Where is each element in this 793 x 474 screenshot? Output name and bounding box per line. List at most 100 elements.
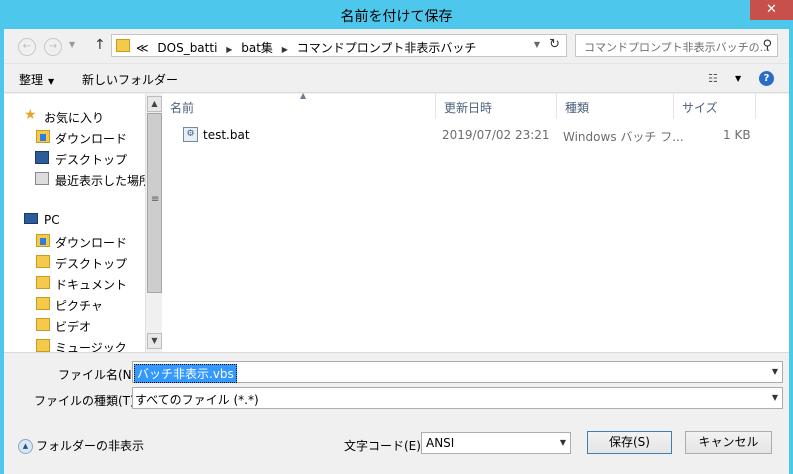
sidebar-item-pc[interactable]: PC	[4, 210, 145, 230]
sidebar-item-label: ピクチャ	[55, 299, 103, 313]
file-list: ▲ 名前 更新日時 種類 サイズ ⚙ test.bat 2019/07/02 2…	[162, 91, 789, 352]
sidebar-item-label: ダウンロード	[55, 236, 128, 250]
filename-field[interactable]: バッチ非表示.vbs ▼	[132, 361, 783, 383]
desktop-folder-icon	[36, 255, 50, 268]
sidebar-item-label: ダウンロード	[55, 132, 128, 146]
encoding-label: 文字コード(E):	[344, 439, 425, 453]
sidebar-item-videos[interactable]: ビデオ	[4, 315, 145, 335]
scroll-down-arrow-icon[interactable]: ▼	[147, 333, 162, 349]
batch-file-icon: ⚙	[183, 127, 198, 142]
desktop-icon	[35, 151, 49, 164]
command-bar: 整理 ▼ 新しいフォルダー ☷ ▼ ?	[4, 63, 789, 93]
filename-label: ファイル名(N):	[58, 368, 141, 382]
column-header-name[interactable]: ▲ 名前	[162, 91, 436, 119]
breadcrumb: ≪ DOS_batti ▶ bat集 ▶ コマンドプロンプト非表示バッチ	[136, 39, 481, 56]
help-icon[interactable]: ?	[759, 71, 774, 86]
search-input[interactable]: コマンドプロンプト非表示バッチの...	[584, 39, 770, 55]
search-box[interactable]: コマンドプロンプト非表示バッチの... ⚲	[575, 34, 778, 57]
save-form: ファイル名(N): バッチ非表示.vbs ▼ ファイルの種類(T): すべてのフ…	[4, 352, 789, 474]
filetype-value: すべてのファイル (*.*)	[135, 393, 259, 407]
navigation-pane-scrollbar[interactable]: ▲ ≡ ▼	[145, 94, 162, 352]
up-button[interactable]: ↑	[94, 37, 106, 53]
recent-places-icon	[35, 172, 49, 185]
scroll-up-arrow-icon[interactable]: ▲	[147, 96, 162, 112]
encoding-value: ANSI	[426, 436, 455, 450]
sidebar-item-music[interactable]: ミュージック	[4, 336, 145, 352]
address-dropdown-icon[interactable]: ▼	[534, 40, 540, 49]
sidebar-item-label: ドキュメント	[55, 278, 128, 292]
column-header-label: 種類	[565, 101, 590, 115]
chevron-down-icon[interactable]: ▼	[560, 438, 566, 447]
file-size: 1 KB	[723, 128, 751, 142]
file-row[interactable]: ⚙ test.bat 2019/07/02 23:21 Windows バッチ …	[170, 125, 760, 147]
encoding-select[interactable]: ANSI ▼	[421, 432, 571, 454]
chevron-down-icon[interactable]: ▼	[772, 367, 778, 376]
title-bar: 名前を付けて保存 ✕	[0, 0, 793, 29]
hide-folders-toggle[interactable]: ▲ フォルダーの非表示	[18, 437, 144, 454]
column-header-modified[interactable]: 更新日時	[436, 94, 557, 119]
search-icon[interactable]: ⚲	[762, 38, 772, 53]
sidebar-item-label: デスクトップ	[55, 257, 128, 271]
navigation-pane: ★ お気に入り ダウンロード デスクトップ 最近表示した場所 PC ダウンロード…	[4, 94, 145, 352]
star-icon: ★	[24, 107, 37, 123]
new-folder-button[interactable]: 新しいフォルダー	[82, 71, 178, 88]
column-header-label: サイズ	[682, 101, 718, 115]
column-header-size[interactable]: サイズ	[674, 94, 756, 119]
cancel-button[interactable]: キャンセル	[685, 431, 772, 454]
downloads-folder-icon	[36, 234, 50, 247]
sidebar-item-label: PC	[44, 213, 60, 227]
back-button[interactable]: ←	[18, 38, 36, 56]
sidebar-item-pc-downloads[interactable]: ダウンロード	[4, 231, 145, 251]
file-type: Windows バッチ フ...	[563, 130, 684, 144]
column-divider[interactable]	[755, 94, 756, 119]
sidebar-item-documents[interactable]: ドキュメント	[4, 273, 145, 293]
recent-locations-dropdown[interactable]: ▼	[69, 40, 75, 49]
window-frame-right	[789, 29, 793, 474]
sidebar-item-recent-places[interactable]: 最近表示した場所	[4, 169, 145, 189]
downloads-folder-icon	[36, 130, 50, 143]
sidebar-item-desktop[interactable]: デスクトップ	[4, 148, 145, 168]
sidebar-item-favorites[interactable]: ★ お気に入り	[4, 106, 145, 126]
documents-folder-icon	[36, 276, 50, 289]
breadcrumb-chevron-icon[interactable]: ▶	[282, 45, 288, 54]
sort-ascending-icon: ▲	[300, 91, 307, 100]
hide-folders-label: フォルダーの非表示	[36, 439, 145, 453]
save-button[interactable]: 保存(S)	[587, 431, 672, 454]
sidebar-item-label: ミュージック	[55, 341, 127, 352]
navigation-bar: ← → ▼ ↑ ≪ DOS_batti ▶ bat集 ▶ コマンドプロンプト非表…	[4, 29, 789, 63]
sidebar-item-pc-desktop[interactable]: デスクトップ	[4, 252, 145, 272]
sidebar-item-downloads[interactable]: ダウンロード	[4, 127, 145, 147]
music-folder-icon	[36, 339, 50, 352]
breadcrumb-item[interactable]: DOS_batti	[157, 41, 217, 55]
sidebar-item-label: ビデオ	[55, 320, 92, 334]
filetype-select[interactable]: すべてのファイル (*.*) ▼	[132, 387, 783, 409]
sidebar-item-label: デスクトップ	[55, 153, 128, 167]
folder-icon	[116, 39, 130, 52]
refresh-button[interactable]: ↻	[549, 37, 560, 52]
organize-button[interactable]: 整理 ▼	[19, 71, 54, 88]
chevron-down-icon[interactable]: ▼	[772, 393, 778, 402]
videos-folder-icon	[36, 318, 50, 331]
breadcrumb-chevron-icon[interactable]: ▶	[226, 45, 232, 54]
view-dropdown-icon[interactable]: ▼	[735, 74, 741, 83]
filetype-label: ファイルの種類(T):	[34, 394, 139, 408]
filename-input[interactable]: バッチ非表示.vbs	[134, 364, 237, 383]
pictures-folder-icon	[36, 297, 50, 310]
file-modified: 2019/07/02 23:21	[442, 128, 550, 142]
breadcrumb-item[interactable]: bat集	[241, 41, 273, 55]
view-options-icon[interactable]: ☷	[708, 72, 718, 85]
breadcrumb-item[interactable]: コマンドプロンプト非表示バッチ	[297, 41, 477, 55]
column-header-label: 名前	[170, 101, 195, 115]
scroll-grip-icon: ≡	[151, 194, 160, 205]
close-button[interactable]: ✕	[750, 0, 793, 20]
sidebar-item-label: お気に入り	[44, 111, 105, 125]
breadcrumb-overflow[interactable]: ≪	[136, 41, 149, 55]
scrollbar-thumb[interactable]: ≡	[147, 113, 162, 293]
column-header-type[interactable]: 種類	[557, 94, 674, 119]
forward-button[interactable]: →	[44, 38, 62, 56]
address-bar[interactable]: ≪ DOS_batti ▶ bat集 ▶ コマンドプロンプト非表示バッチ ▼ ↻	[111, 34, 567, 57]
file-name: test.bat	[203, 128, 250, 142]
chevron-up-icon: ▲	[18, 439, 33, 454]
chevron-down-icon: ▼	[48, 77, 55, 86]
sidebar-item-pictures[interactable]: ピクチャ	[4, 294, 145, 314]
